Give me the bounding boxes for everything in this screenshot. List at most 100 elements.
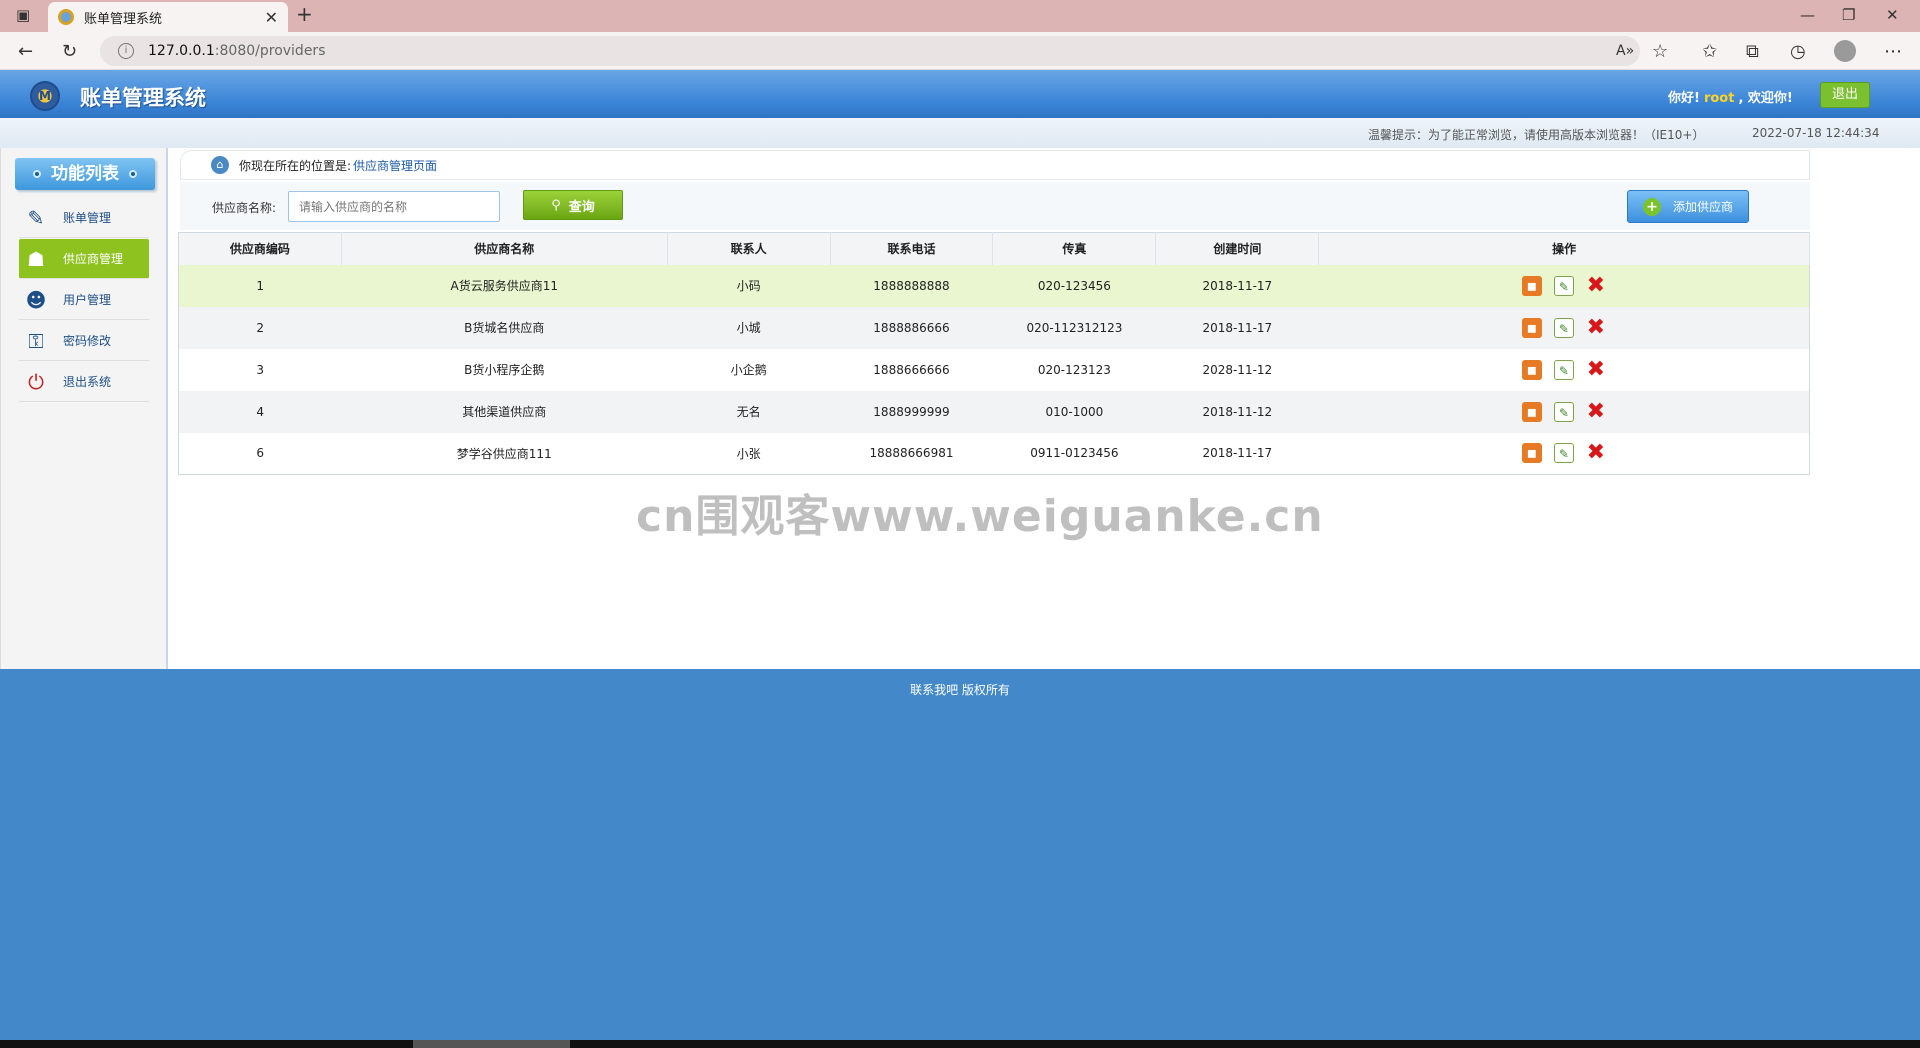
collections-icon[interactable]: ⧉ [1746,41,1759,62]
edit-icon[interactable]: ✎ [1553,401,1574,422]
sidebar-item-bills[interactable]: ✎ 账单管理 [19,198,149,238]
table-row: 2 B货城名供应商 小城 1888886666 020-112312123 20… [178,306,1810,349]
actions-cell: ◼ ✎ ✖ [1318,432,1810,475]
table-cell: 1888886666 [830,306,993,349]
tip-bar: 温馨提示：为了能正常浏览，请使用高版本浏览器！（IE10+） 2022-07-1… [0,118,1920,148]
table-cell: 2018-11-17 [1155,306,1319,349]
table-cell: 2 [178,306,342,349]
password-icon: ⚿ [28,328,44,353]
edit-icon[interactable]: ✎ [1553,443,1574,464]
home-icon: ⌂ [211,156,229,174]
edit-icon[interactable]: ✎ [1553,359,1574,380]
view-icon[interactable]: ◼ [1521,401,1542,422]
view-icon[interactable]: ◼ [1521,359,1542,380]
delete-icon[interactable]: ✖ [1586,442,1606,464]
table-cell: 小码 [667,264,831,307]
search-button[interactable]: ⚲ 查询 [523,190,623,220]
restore-icon[interactable]: ❐ [1842,6,1855,24]
browser-tab[interactable]: 账单管理系统 ✕ [48,2,288,32]
minimize-icon[interactable]: — [1800,6,1815,24]
sidebar-item-label: 用户管理 [63,293,112,307]
breadcrumb-prefix: 你现在所在的位置是: [239,158,352,173]
sidebar-title-label: 功能列表 [51,164,119,184]
read-aloud-icon[interactable]: A» [1616,43,1634,59]
username: root [1703,91,1735,106]
column-header: 供应商编码 [178,232,342,265]
back-icon[interactable]: ← [18,41,33,62]
sidebar-item-providers[interactable]: ☗ 供应商管理 [19,239,149,279]
table-cell: B货小程序企鹅 [341,348,668,391]
table-cell: 其他渠道供应商 [341,390,668,433]
tab-actions-icon[interactable]: ▣ [16,6,30,24]
table-cell: 6 [178,432,342,475]
users-icon: ☻ [25,287,47,312]
table-row: 4 其他渠道供应商 无名 1888999999 010-1000 2018-11… [178,390,1810,433]
column-header: 联系电话 [830,232,994,265]
dot-icon [129,170,137,178]
url-field[interactable]: i 127.0.0.1:8080/providers [100,36,1640,66]
sidebar-item-label: 供应商管理 [63,252,124,266]
column-header: 供应商名称 [341,232,668,265]
breadcrumb-current: 供应商管理页面 [353,158,438,173]
table-cell: 2028-11-12 [1155,348,1319,391]
history-icon[interactable]: ◷ [1790,41,1806,62]
search-label: 供应商名称: [212,201,277,215]
delete-icon[interactable]: ✖ [1586,274,1606,296]
table-cell: 020-112312123 [992,306,1156,349]
table-row: 1 A货云服务供应商11 小码 1888888888 020-123456 20… [178,264,1810,307]
delete-icon[interactable]: ✖ [1586,316,1606,338]
bill-icon: ✎ [27,205,45,230]
site-info-icon[interactable]: i [118,43,134,59]
sidebar-item-password[interactable]: ⚿ 密码修改 [19,321,149,361]
profile-icon[interactable] [1834,40,1856,62]
sidebar-item-users[interactable]: ☻ 用户管理 [19,280,149,320]
actions-cell: ◼ ✎ ✖ [1318,306,1810,349]
browser-tab-bar: ▣ 账单管理系统 ✕ + — ❐ ✕ [0,0,1920,32]
table-cell: 020-123456 [992,264,1156,307]
table-cell: 4 [178,390,342,433]
favorites-icon[interactable]: ✩ [1702,41,1717,62]
new-tab-icon[interactable]: + [296,2,313,26]
more-icon[interactable]: ⋯ [1884,41,1902,62]
favicon-icon [58,9,74,25]
logo-icon: M [30,81,60,111]
table-cell: 小张 [667,432,831,475]
dot-icon [33,170,41,178]
view-icon[interactable]: ◼ [1521,275,1542,296]
table-cell: B货城名供应商 [341,306,668,349]
logout-button[interactable]: 退出 [1820,82,1870,108]
column-header: 联系人 [667,232,831,265]
footer-text: 联系我吧 版权所有 [910,683,1010,697]
actions-cell: ◼ ✎ ✖ [1318,264,1810,307]
table-cell: 2018-11-17 [1155,432,1319,475]
close-window-icon[interactable]: ✕ [1886,6,1899,24]
sidebar-item-label: 密码修改 [63,334,112,348]
add-favorite-icon[interactable]: ☆ [1652,41,1668,62]
search-input[interactable] [288,191,500,222]
table-cell: 010-1000 [992,390,1156,433]
delete-icon[interactable]: ✖ [1586,358,1606,380]
add-provider-button[interactable]: + 添加供应商 [1627,190,1749,223]
table-cell: 18888666981 [830,432,993,475]
table-cell: 小城 [667,306,831,349]
browser-tip: 温馨提示：为了能正常浏览，请使用高版本浏览器！（IE10+） [1368,128,1705,142]
breadcrumb: ⌂ 你现在所在的位置是: 供应商管理页面 [180,150,1810,180]
close-tab-icon[interactable]: ✕ [265,8,278,27]
url-host: 127.0.0.1 [148,43,215,59]
actions-cell: ◼ ✎ ✖ [1318,390,1810,433]
provider-table: 供应商编码 供应商名称 联系人 联系电话 传真 创建时间 操作 1 A货云服务供… [178,232,1810,475]
column-header: 创建时间 [1155,232,1320,265]
view-icon[interactable]: ◼ [1521,443,1542,464]
refresh-icon[interactable]: ↻ [62,41,77,62]
greeting-suffix: , 欢迎你! [1738,91,1793,106]
view-icon[interactable]: ◼ [1521,317,1542,338]
taskbar-item[interactable] [413,1040,570,1048]
table-cell: 0911-0123456 [992,432,1156,475]
edit-icon[interactable]: ✎ [1553,275,1574,296]
sidebar-item-exit[interactable]: ⏻ 退出系统 [19,362,149,402]
delete-icon[interactable]: ✖ [1586,400,1606,422]
table-cell: 梦学谷供应商111 [341,432,668,475]
table-row: 6 梦学谷供应商111 小张 18888666981 0911-0123456 … [178,432,1810,475]
search-icon: ⚲ [551,197,561,213]
edit-icon[interactable]: ✎ [1553,317,1574,338]
